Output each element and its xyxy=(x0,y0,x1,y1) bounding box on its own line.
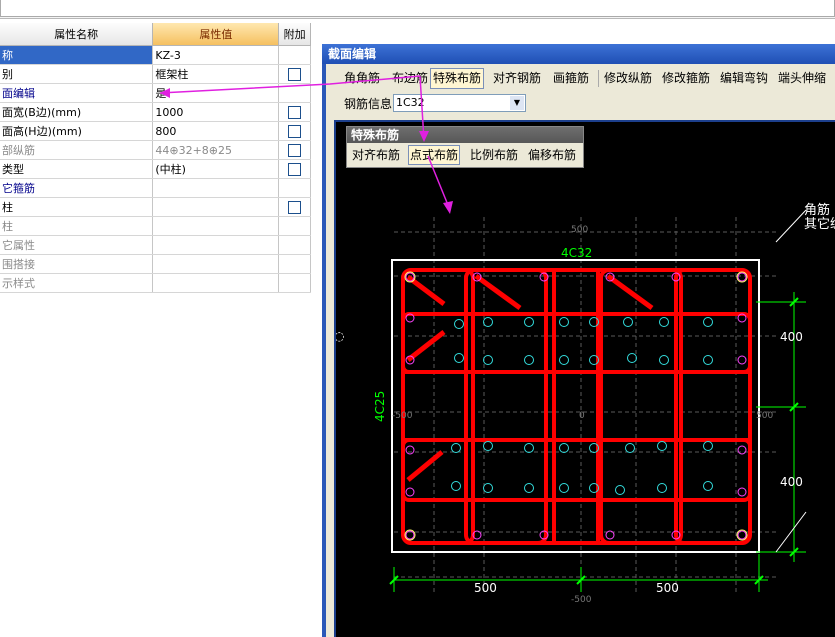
annotation-arrows xyxy=(159,75,453,214)
